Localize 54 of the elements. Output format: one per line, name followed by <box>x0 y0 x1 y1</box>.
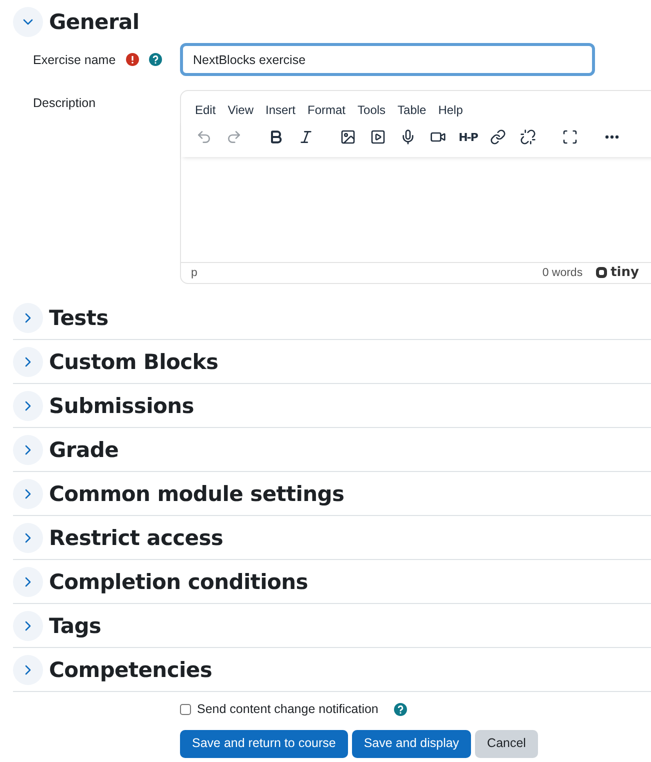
media-icon <box>370 129 386 145</box>
expand-toggle[interactable] <box>13 654 43 684</box>
more-icon <box>605 135 619 139</box>
cancel-button[interactable]: Cancel <box>475 730 538 758</box>
section-title[interactable]: Common module settings <box>49 482 344 506</box>
element-path[interactable]: p <box>191 266 198 278</box>
expand-toggle[interactable] <box>13 390 43 420</box>
menu-item[interactable]: Edit <box>191 101 220 119</box>
submit-button[interactable]: Save and display <box>352 730 472 758</box>
expand-toggle[interactable] <box>13 610 43 640</box>
microphone-icon <box>400 129 416 145</box>
notification-checkbox[interactable] <box>180 704 191 714</box>
menu-item[interactable]: View <box>224 101 258 119</box>
section-title[interactable]: Tags <box>49 614 102 638</box>
section-title[interactable]: General <box>49 10 140 34</box>
expand-toggle[interactable] <box>13 522 43 552</box>
section-title[interactable]: Restrict access <box>49 526 224 550</box>
expand-toggle[interactable] <box>13 302 43 332</box>
menu-item[interactable]: Help <box>434 101 467 119</box>
redo-icon <box>226 129 242 145</box>
unlink-icon <box>520 129 536 145</box>
undo-icon <box>196 129 212 145</box>
section-title[interactable]: Completion conditions <box>49 570 308 594</box>
menu-item[interactable]: Format <box>304 101 350 119</box>
section-title[interactable]: Custom Blocks <box>49 350 218 374</box>
bold-icon <box>268 129 284 145</box>
h5p-button[interactable]: H-P <box>455 125 481 149</box>
submit-button[interactable]: Save and return to course <box>180 730 348 758</box>
word-count[interactable]: 0 words <box>542 266 583 278</box>
fullscreen-icon <box>562 129 578 145</box>
expand-toggle[interactable] <box>13 346 43 376</box>
expand-toggle[interactable] <box>13 434 43 464</box>
section-title[interactable]: Competencies <box>49 658 212 682</box>
checkbox-label[interactable]: Send content change notification <box>197 702 378 716</box>
image-icon <box>340 129 356 145</box>
field-label: Exercise name <box>33 52 116 66</box>
brand-logo[interactable]: tiny <box>594 265 639 280</box>
section-title[interactable]: Grade <box>49 438 119 462</box>
help-icon[interactable] <box>148 53 162 66</box>
section-title[interactable]: Submissions <box>49 394 194 418</box>
logo-mark-icon <box>594 266 608 279</box>
expand-toggle[interactable] <box>13 478 43 508</box>
field-label: Description <box>33 96 96 110</box>
help-icon[interactable] <box>394 702 408 716</box>
menu-item[interactable]: Insert <box>261 101 300 119</box>
menu-item[interactable]: Tools <box>354 101 390 119</box>
rich-text-editor[interactable]: Edit View Insert Format Tools Table Help H-P p 0 words tiny <box>180 90 651 284</box>
expand-toggle[interactable] <box>13 566 43 596</box>
exercise-name-field[interactable]: NextBlocks exercise <box>180 43 595 76</box>
menu-item[interactable]: Table <box>394 101 430 119</box>
section-title[interactable]: Tests <box>49 306 108 330</box>
expand-toggle[interactable] <box>13 6 43 36</box>
link-icon <box>490 129 506 145</box>
italic-icon <box>298 129 314 145</box>
